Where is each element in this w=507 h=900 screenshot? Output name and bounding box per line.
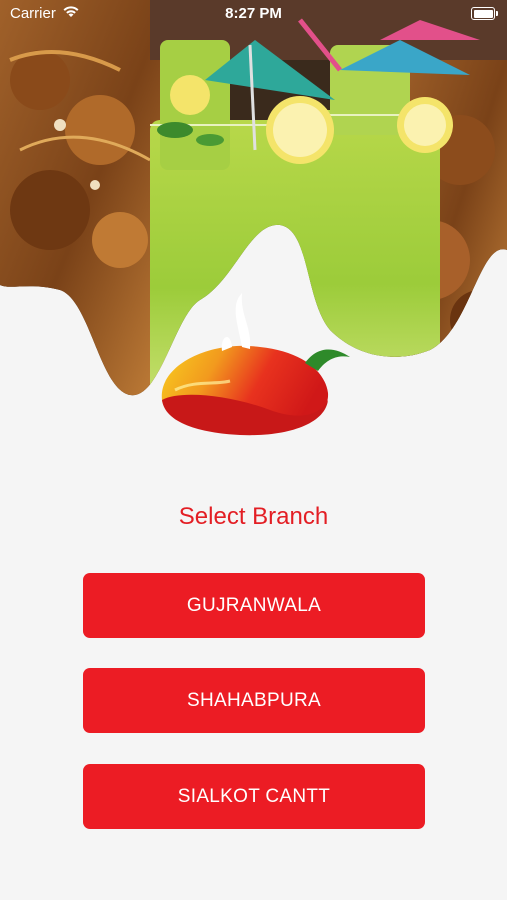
chili-pepper-logo	[161, 293, 350, 436]
battery-icon	[471, 7, 498, 20]
clock: 8:27 PM	[225, 5, 282, 22]
branch-button-gujranwala[interactable]: GUJRANWALA	[83, 573, 425, 638]
branch-button-sialkot-cantt[interactable]: SIALKOT CANTT	[83, 764, 425, 829]
select-branch-screen: Carrier 8:27 PM Select Branch GUJRANWALA…	[0, 0, 507, 900]
status-bar: Carrier 8:27 PM	[0, 0, 507, 28]
branch-button-shahabpura[interactable]: SHAHABPURA	[83, 668, 425, 733]
page-title: Select Branch	[178, 503, 329, 530]
